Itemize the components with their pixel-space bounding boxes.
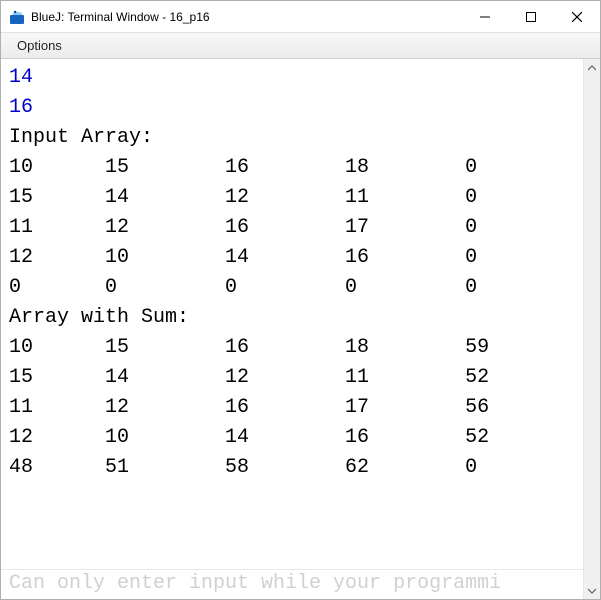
terminal-output[interactable]: 14 16 Input Array: 10 15 16 18 0 15 14 1…	[1, 59, 583, 599]
menu-bar: Options	[1, 33, 600, 59]
maximize-button[interactable]	[508, 1, 554, 32]
scroll-down-icon[interactable]	[584, 582, 600, 599]
menu-options[interactable]: Options	[11, 36, 68, 55]
close-button[interactable]	[554, 1, 600, 32]
minimize-button[interactable]	[462, 1, 508, 32]
vertical-scrollbar[interactable]	[583, 59, 600, 599]
bluej-app-icon	[9, 9, 25, 25]
input-hint: Can only enter input while your programm…	[1, 569, 583, 599]
terminal-area: 14 16 Input Array: 10 15 16 18 0 15 14 1…	[1, 59, 600, 599]
scroll-up-icon[interactable]	[584, 59, 600, 76]
window-controls	[462, 1, 600, 32]
window-titlebar: BlueJ: Terminal Window - 16_p16	[1, 1, 600, 33]
window-title: BlueJ: Terminal Window - 16_p16	[31, 10, 462, 24]
